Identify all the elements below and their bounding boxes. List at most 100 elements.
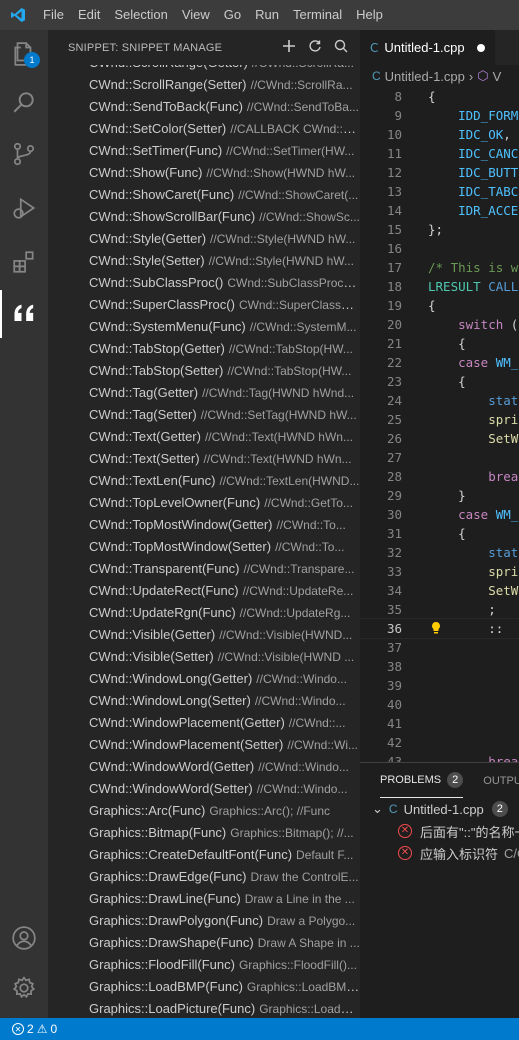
menu-view[interactable]: View bbox=[175, 0, 217, 30]
code-line[interactable]: 35 ; bbox=[360, 600, 519, 619]
snippet-item[interactable]: Graphics::DrawShape(Func) Draw A Shape in… bbox=[48, 932, 360, 954]
tab-untitled-1[interactable]: C Untitled-1.cpp bbox=[360, 30, 495, 65]
snippet-item[interactable]: CWnd::Visible(Setter)//CWnd::Visible(HWN… bbox=[48, 646, 360, 668]
snippet-item[interactable]: CWnd::WindowLong(Setter)//CWnd::Windo... bbox=[48, 690, 360, 712]
code-line[interactable]: 13 IDC_TABC bbox=[360, 182, 519, 201]
code-line[interactable]: 33 spri bbox=[360, 562, 519, 581]
snippet-item[interactable]: CWnd::Style(Setter)//CWnd::Style(HWND hW… bbox=[48, 250, 360, 272]
snippet-item[interactable]: CWnd::TopMostWindow(Setter)//CWnd::To... bbox=[48, 536, 360, 558]
snippet-manager-icon[interactable] bbox=[0, 290, 48, 338]
snippet-item[interactable]: CWnd::TabStop(Getter)//CWnd::TabStop(HW.… bbox=[48, 338, 360, 360]
snippet-item[interactable]: CWnd::SubClassProc() CWnd::SubClassProc()… bbox=[48, 272, 360, 294]
snippet-item[interactable]: CWnd::WindowWord(Getter)//CWnd::Windo... bbox=[48, 756, 360, 778]
snippet-item[interactable]: CWnd::Text(Setter)//CWnd::Text(HWND hWn.… bbox=[48, 448, 360, 470]
search-icon[interactable] bbox=[0, 78, 48, 126]
snippet-item[interactable]: Graphics::LoadPicture(Func) Graphics::Loa… bbox=[48, 998, 360, 1018]
snippet-item[interactable]: CWnd::Text(Getter)//CWnd::Text(HWND hWn.… bbox=[48, 426, 360, 448]
snippet-item[interactable]: Graphics::Bitmap(Func) Graphics::Bitmap()… bbox=[48, 822, 360, 844]
code-area[interactable]: 8{9 IDD_FORM 10 IDC_OK, 11 IDC_CANC 12 IDC_… bbox=[360, 87, 519, 762]
search-icon[interactable] bbox=[334, 39, 348, 56]
snippet-item[interactable]: Graphics::DrawEdge(Func) Draw the Control… bbox=[48, 866, 360, 888]
code-line[interactable]: 20 switch ( bbox=[360, 315, 519, 334]
problem-item[interactable]: ✕ 应输入标识符 C/C bbox=[360, 842, 519, 864]
breadcrumb-symbol[interactable]: V bbox=[493, 69, 502, 84]
menu-selection[interactable]: Selection bbox=[107, 0, 174, 30]
code-line[interactable]: 17 /* This is w bbox=[360, 258, 519, 277]
snippet-item[interactable]: Graphics::DrawLine(Func) Draw a Line in t… bbox=[48, 888, 360, 910]
unsaved-dot-icon[interactable] bbox=[476, 43, 485, 52]
snippet-item[interactable]: CWnd::UpdateRect(Func)//CWnd::UpdateRe..… bbox=[48, 580, 360, 602]
menu-terminal[interactable]: Terminal bbox=[286, 0, 349, 30]
explorer-icon[interactable]: 1 bbox=[0, 30, 48, 78]
code-line[interactable]: 16 bbox=[360, 239, 519, 258]
snippet-item[interactable]: CWnd::SystemMenu(Func)//CWnd::SystemM... bbox=[48, 316, 360, 338]
code-line[interactable]: 28 brea bbox=[360, 467, 519, 486]
code-line[interactable]: 39 bbox=[360, 676, 519, 695]
snippet-item[interactable]: CWnd::Visible(Getter)//CWnd::Visible(HWN… bbox=[48, 624, 360, 646]
code-line[interactable]: 26 SetW bbox=[360, 429, 519, 448]
snippet-item[interactable]: CWnd::ShowCaret(Func)//CWnd::ShowCaret(.… bbox=[48, 184, 360, 206]
problems-status[interactable]: ✕ 2 ⚠ 0 bbox=[12, 1022, 57, 1036]
code-line[interactable]: 34 SetW bbox=[360, 581, 519, 600]
snippet-item[interactable]: CWnd::Style(Getter)//CWnd::Style(HWND hW… bbox=[48, 228, 360, 250]
snippet-item[interactable]: CWnd::SetTimer(Func)//CWnd::SetTimer(HW.… bbox=[48, 140, 360, 162]
snippet-item[interactable]: Graphics::LoadBMP(Func) Graphics::LoadBMP… bbox=[48, 976, 360, 998]
snippet-item[interactable]: CWnd::ScrollRange(Setter)//CWnd::ScrollR… bbox=[48, 74, 360, 96]
extensions-icon[interactable] bbox=[0, 238, 48, 286]
snippet-item[interactable]: CWnd::SetColor(Setter)//CALLBACK CWnd::S… bbox=[48, 118, 360, 140]
code-line[interactable]: 18 LRESULT CALL bbox=[360, 277, 519, 296]
snippet-item[interactable]: CWnd::TopLevelOwner(Func)//CWnd::GetTo..… bbox=[48, 492, 360, 514]
snippet-item[interactable]: CWnd::WindowPlacement(Setter)//CWnd::Wi.… bbox=[48, 734, 360, 756]
code-line[interactable]: 9 IDD_FORM bbox=[360, 106, 519, 125]
add-icon[interactable] bbox=[282, 39, 296, 56]
snippet-item[interactable]: CWnd::ShowScrollBar(Func)//CWnd::ShowSc.… bbox=[48, 206, 360, 228]
code-line[interactable]: 24 stat bbox=[360, 391, 519, 410]
snippet-item[interactable]: CWnd::SuperClassProc() CWnd::SuperClassPr… bbox=[48, 294, 360, 316]
snippet-item[interactable]: CWnd::TabStop(Setter)//CWnd::TabStop(HW.… bbox=[48, 360, 360, 382]
code-line[interactable]: 42 bbox=[360, 733, 519, 752]
code-line[interactable]: 31 { bbox=[360, 524, 519, 543]
code-line[interactable]: 40 bbox=[360, 695, 519, 714]
refresh-icon[interactable] bbox=[308, 39, 322, 56]
code-line[interactable]: 27 bbox=[360, 448, 519, 467]
code-line[interactable]: 21 { bbox=[360, 334, 519, 353]
snippet-item[interactable]: CWnd::Tag(Setter)//CWnd::SetTag(HWND hW.… bbox=[48, 404, 360, 426]
code-line[interactable]: 15}; bbox=[360, 220, 519, 239]
snippet-item[interactable]: CWnd::WindowWord(Setter)//CWnd::Windo... bbox=[48, 778, 360, 800]
run-debug-icon[interactable] bbox=[0, 184, 48, 232]
code-line[interactable]: 41 bbox=[360, 714, 519, 733]
snippet-item[interactable]: CWnd::Transparent(Func)//CWnd::Transpare… bbox=[48, 558, 360, 580]
code-line[interactable]: 36 :: bbox=[360, 618, 519, 639]
account-icon[interactable] bbox=[0, 914, 48, 962]
tab-output[interactable]: OUTPUT bbox=[483, 763, 519, 798]
menu-run[interactable]: Run bbox=[248, 0, 286, 30]
snippet-item[interactable]: CWnd::Show(Func)//CWnd::Show(HWND hW... bbox=[48, 162, 360, 184]
snippet-item[interactable]: CWnd::WindowPlacement(Getter)//CWnd::... bbox=[48, 712, 360, 734]
snippet-item[interactable]: Graphics::Arc(Func) Graphics::Arc(); //Fu… bbox=[48, 800, 360, 822]
snippet-item[interactable]: CWnd::TopMostWindow(Getter)//CWnd::To... bbox=[48, 514, 360, 536]
snippet-item[interactable]: Graphics::DrawPolygon(Func) Draw a Polygo… bbox=[48, 910, 360, 932]
menu-help[interactable]: Help bbox=[349, 0, 390, 30]
code-line[interactable]: 32 stat bbox=[360, 543, 519, 562]
code-line[interactable]: 19 { bbox=[360, 296, 519, 315]
code-line[interactable]: 25 spri bbox=[360, 410, 519, 429]
code-line[interactable]: 38 bbox=[360, 657, 519, 676]
code-line[interactable]: 8{ bbox=[360, 87, 519, 106]
code-line[interactable]: 10 IDC_OK, bbox=[360, 125, 519, 144]
code-line[interactable]: 12 IDC_BUTT bbox=[360, 163, 519, 182]
code-line[interactable]: 23 { bbox=[360, 372, 519, 391]
snippet-item[interactable]: CWnd::WindowLong(Getter)//CWnd::Windo... bbox=[48, 668, 360, 690]
code-line[interactable]: 30 case WM_ bbox=[360, 505, 519, 524]
menu-edit[interactable]: Edit bbox=[71, 0, 107, 30]
snippet-item[interactable]: CWnd::SendToBack(Func)//CWnd::SendToBa..… bbox=[48, 96, 360, 118]
menu-go[interactable]: Go bbox=[217, 0, 248, 30]
tab-problems[interactable]: PROBLEMS 2 bbox=[380, 763, 464, 798]
snippet-item[interactable]: CWnd::TextLen(Func)//CWnd::TextLen(HWND.… bbox=[48, 470, 360, 492]
snippet-item[interactable]: Graphics::CreateDefaultFont(Func) Default… bbox=[48, 844, 360, 866]
problem-file-row[interactable]: ⌄ C Untitled-1.cpp 2 bbox=[360, 798, 519, 820]
snippet-item[interactable]: Graphics::FloodFill(Func) Graphics::Flood… bbox=[48, 954, 360, 976]
menu-file[interactable]: File bbox=[36, 0, 71, 30]
code-line[interactable]: 43 brea bbox=[360, 752, 519, 762]
code-line[interactable]: 29 } bbox=[360, 486, 519, 505]
breadcrumb-file[interactable]: Untitled-1.cpp bbox=[385, 69, 465, 84]
